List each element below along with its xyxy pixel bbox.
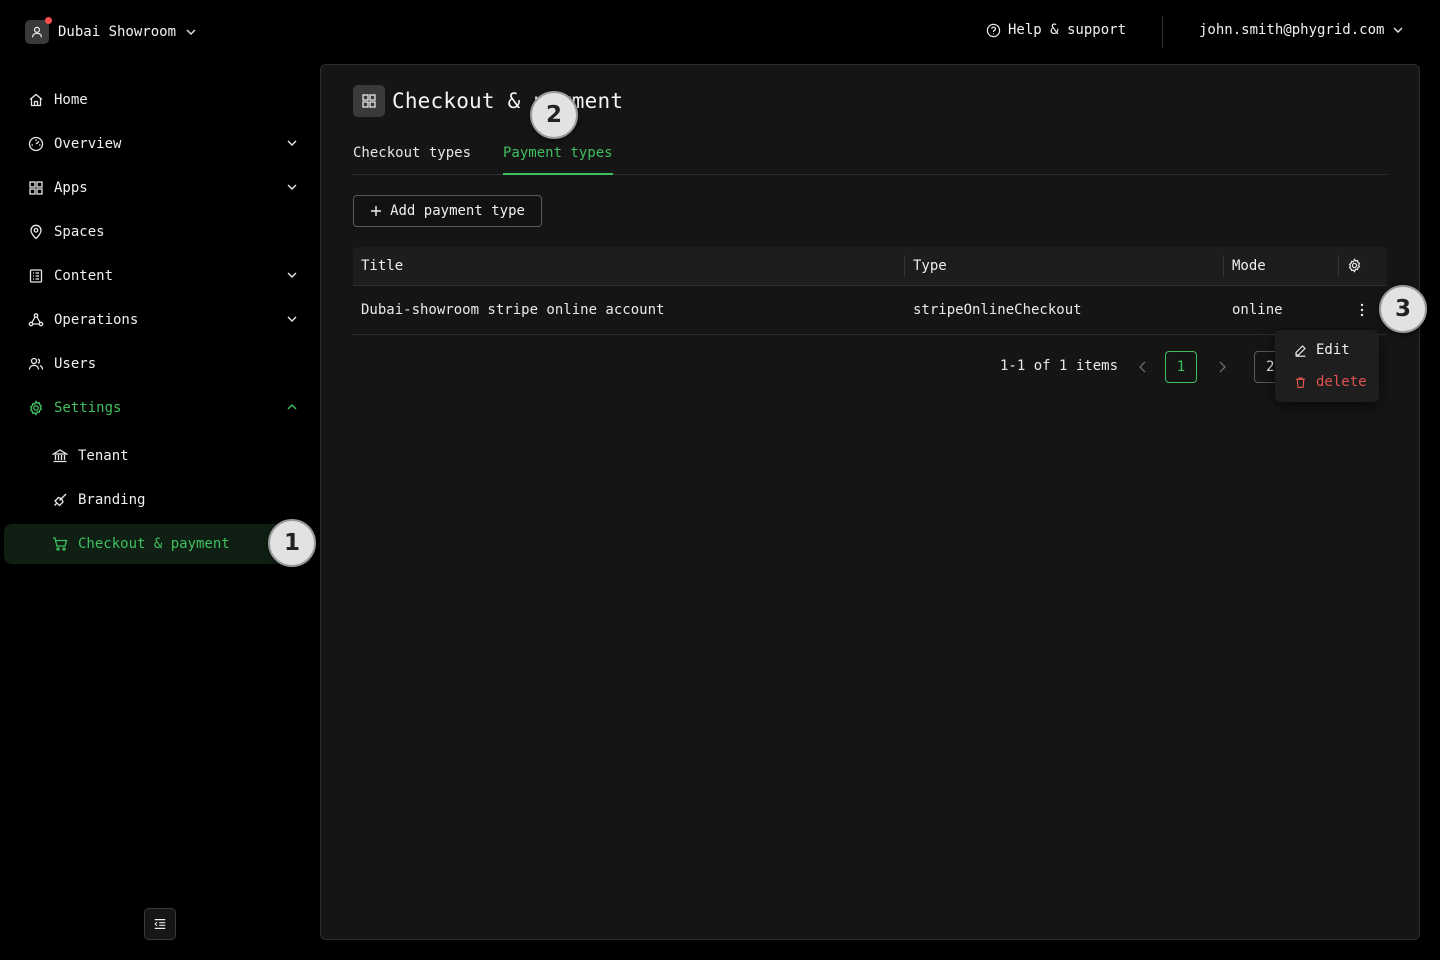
column-separator [904, 255, 905, 277]
chevron-down-icon [287, 140, 297, 146]
edit-label: Edit [1316, 342, 1350, 358]
sidebar-item-branding[interactable]: Branding [4, 480, 312, 520]
sidebar-item-label: Spaces [54, 224, 105, 240]
page-header: Checkout & payment [353, 85, 623, 117]
sidebar-item-label: Branding [78, 492, 146, 508]
page-title: Checkout & payment [392, 89, 624, 113]
table-row[interactable]: Dubai-showroom stripe online account str… [353, 286, 1387, 335]
cell-type: stripeOnlineCheckout [913, 302, 1082, 318]
tenant-avatar [25, 17, 52, 44]
chevron-down-icon [287, 184, 297, 190]
column-settings-button[interactable] [1347, 258, 1362, 273]
column-header-type[interactable]: Type [913, 258, 947, 274]
gear-icon [1348, 258, 1361, 273]
plus-icon [371, 206, 382, 216]
users-icon [28, 357, 44, 370]
tenant-switcher[interactable]: Dubai Showroom [25, 17, 197, 44]
sidebar-item-label: Operations [54, 312, 139, 328]
user-email: john.smith@phygrid.com [1199, 22, 1385, 38]
apps-grid-icon [362, 94, 376, 108]
table-header: Title Type Mode [353, 247, 1387, 286]
add-payment-type-button[interactable]: Add payment type [353, 195, 542, 227]
sidebar-item-label: Checkout & payment [78, 536, 230, 552]
brush-icon [54, 493, 67, 507]
sidebar-item-operations[interactable]: Operations [4, 300, 312, 340]
user-icon [32, 26, 42, 38]
sidebar-item-checkout-payment[interactable]: Checkout & payment [4, 524, 312, 564]
collapse-menu-icon [154, 919, 166, 929]
delete-menu-item[interactable]: delete [1279, 366, 1375, 398]
step-badge-2: 2 [530, 91, 578, 139]
tab-checkout-types[interactable]: Checkout types [353, 145, 471, 175]
sidebar-item-users[interactable]: Users [4, 344, 312, 384]
payment-types-table: Title Type Mode Dubai-showroom stripe on… [353, 247, 1387, 335]
cart-icon [53, 537, 68, 551]
sidebar-item-apps[interactable]: Apps [4, 168, 312, 208]
prev-page-button[interactable] [1137, 359, 1149, 375]
column-separator [1338, 255, 1339, 277]
sidebar-item-spaces[interactable]: Spaces [4, 212, 312, 252]
chevron-up-icon [287, 404, 297, 410]
row-actions-button[interactable] [1354, 301, 1370, 319]
apps-grid-icon [29, 181, 43, 195]
chevron-down-icon [1393, 27, 1403, 33]
chevron-down-icon [287, 272, 297, 278]
home-icon [29, 93, 43, 107]
help-support-link[interactable]: Help & support [986, 22, 1126, 38]
sidebar-item-label: Users [54, 356, 97, 372]
tenant-name: Dubai Showroom [58, 24, 177, 40]
row-actions-menu: Edit delete [1275, 330, 1379, 402]
sidebar-item-label: Tenant [78, 448, 129, 464]
collapse-sidebar-button[interactable] [144, 908, 176, 940]
main-panel: Checkout & payment Checkout types Paymen… [320, 64, 1420, 940]
sidebar-item-label: Apps [54, 180, 88, 196]
content-list-icon [29, 269, 43, 283]
sidebar-item-content[interactable]: Content [4, 256, 312, 296]
chevron-left-icon [1139, 361, 1146, 373]
dashboard-icon [28, 136, 44, 152]
sidebar: Home Overview Apps Spaces Content Operat… [0, 64, 320, 960]
sidebar-item-settings[interactable]: Settings [4, 388, 312, 428]
page-icon [353, 85, 385, 117]
column-header-title[interactable]: Title [361, 258, 403, 274]
sidebar-item-label: Home [54, 92, 88, 108]
column-separator [1223, 255, 1224, 277]
notification-dot [45, 17, 52, 24]
sidebar-item-overview[interactable]: Overview [4, 124, 312, 164]
column-header-mode[interactable]: Mode [1232, 258, 1266, 274]
sidebar-item-label: Settings [54, 400, 122, 416]
more-vertical-icon [1360, 303, 1364, 317]
top-bar: Dubai Showroom Help & support john.smith… [0, 0, 1440, 64]
chevron-down-icon [287, 316, 297, 322]
cell-title: Dubai-showroom stripe online account [361, 302, 665, 318]
pagination-info: 1-1 of 1 items [1000, 358, 1119, 374]
bank-icon [52, 449, 68, 463]
next-page-button[interactable] [1216, 359, 1228, 375]
add-button-label: Add payment type [390, 203, 525, 219]
trash-icon [1296, 376, 1305, 388]
sidebar-item-label: Overview [54, 136, 122, 152]
step-badge-3: 3 [1379, 285, 1427, 333]
network-icon [28, 313, 44, 327]
tab-bar: Checkout types Payment types [353, 137, 1387, 175]
sidebar-item-home[interactable]: Home [4, 80, 312, 120]
chevron-right-icon [1219, 361, 1226, 373]
cell-mode: online [1232, 302, 1283, 318]
gear-icon [29, 400, 43, 416]
edit-menu-item[interactable]: Edit [1279, 334, 1375, 366]
chevron-down-icon [186, 29, 196, 35]
pencil-icon [1295, 344, 1306, 357]
help-label: Help & support [1008, 22, 1127, 38]
sidebar-item-label: Content [54, 268, 114, 284]
page-number-button[interactable]: 1 [1165, 351, 1197, 383]
pagination: 1-1 of 1 items 1 2 [321, 351, 1421, 383]
help-circle-icon [986, 23, 1001, 37]
delete-label: delete [1316, 374, 1367, 390]
user-menu[interactable]: john.smith@phygrid.com [1199, 22, 1404, 38]
step-badge-1: 1 [268, 519, 316, 567]
header-divider [1162, 16, 1163, 48]
sidebar-item-tenant[interactable]: Tenant [4, 436, 312, 476]
tab-payment-types[interactable]: Payment types [503, 145, 613, 175]
location-pin-icon [30, 224, 42, 240]
